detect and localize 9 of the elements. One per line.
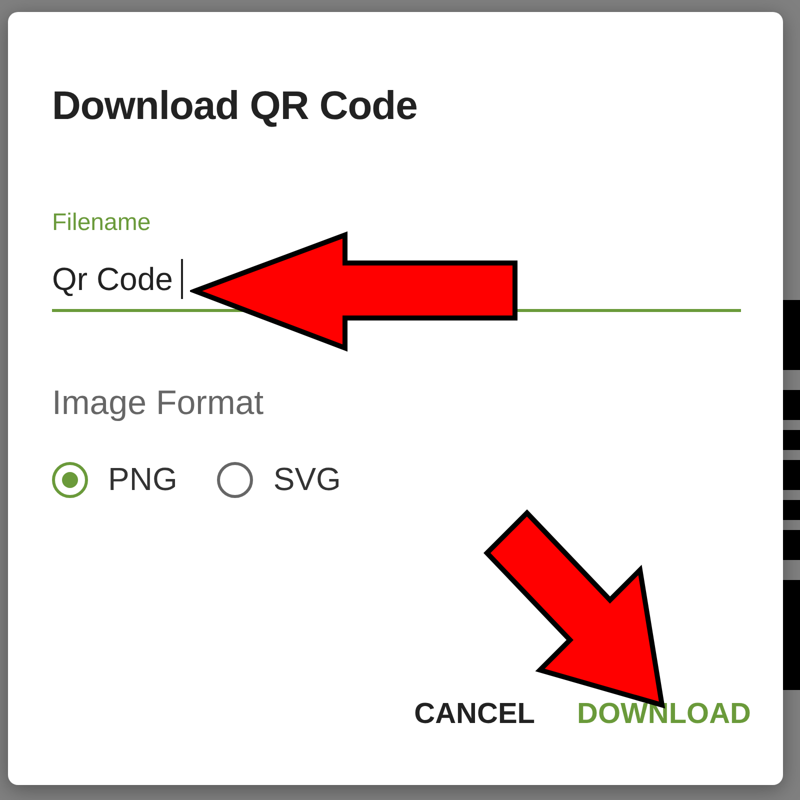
- cancel-button[interactable]: CANCEL: [408, 694, 542, 735]
- dialog-title: Download QR Code: [52, 84, 418, 129]
- field-label: Filename: [52, 209, 152, 237]
- arrow-icon: [190, 231, 518, 352]
- text-cursor: [180, 259, 183, 299]
- radio-option[interactable]: SVG: [217, 461, 341, 498]
- section-label: Image Format: [52, 384, 265, 423]
- field-value: Qr Code: [52, 260, 173, 298]
- radio-option[interactable]: PNG: [52, 461, 178, 498]
